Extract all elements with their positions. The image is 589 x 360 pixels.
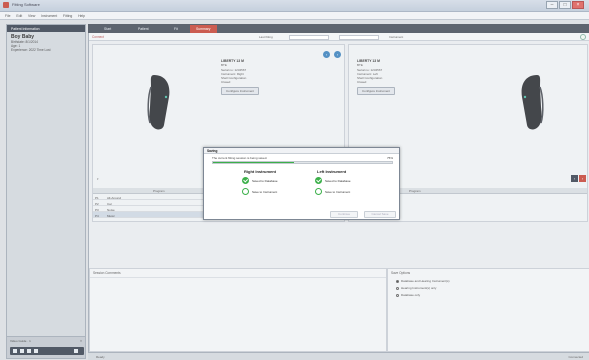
pending-circle-icon: [315, 188, 322, 195]
left-step-instrument: Save to Instrument: [325, 190, 351, 194]
check-complete-icon: [242, 177, 249, 184]
progress-fill: [213, 162, 294, 163]
saving-dialog: Saving The current fitting session is be…: [203, 147, 400, 220]
progress-percent: 75%: [386, 156, 393, 160]
right-instrument-title: Right Instrument: [244, 169, 276, 174]
check-complete-icon: [315, 177, 322, 184]
right-step-database: Saved to Database: [252, 179, 278, 183]
right-step-instrument: Save to Instrument: [252, 190, 278, 194]
pending-circle-icon: [242, 188, 249, 195]
dialog-message: The current fitting session is being sav…: [212, 156, 268, 160]
left-step-database: Saved to Database: [325, 179, 351, 183]
continue-button[interactable]: Continue: [330, 211, 358, 218]
progress-bar: [212, 161, 393, 164]
left-instrument-title: Left Instrument: [317, 169, 347, 174]
cancel-save-button[interactable]: Cancel Save: [364, 211, 396, 218]
dialog-title: Saving: [204, 148, 399, 154]
